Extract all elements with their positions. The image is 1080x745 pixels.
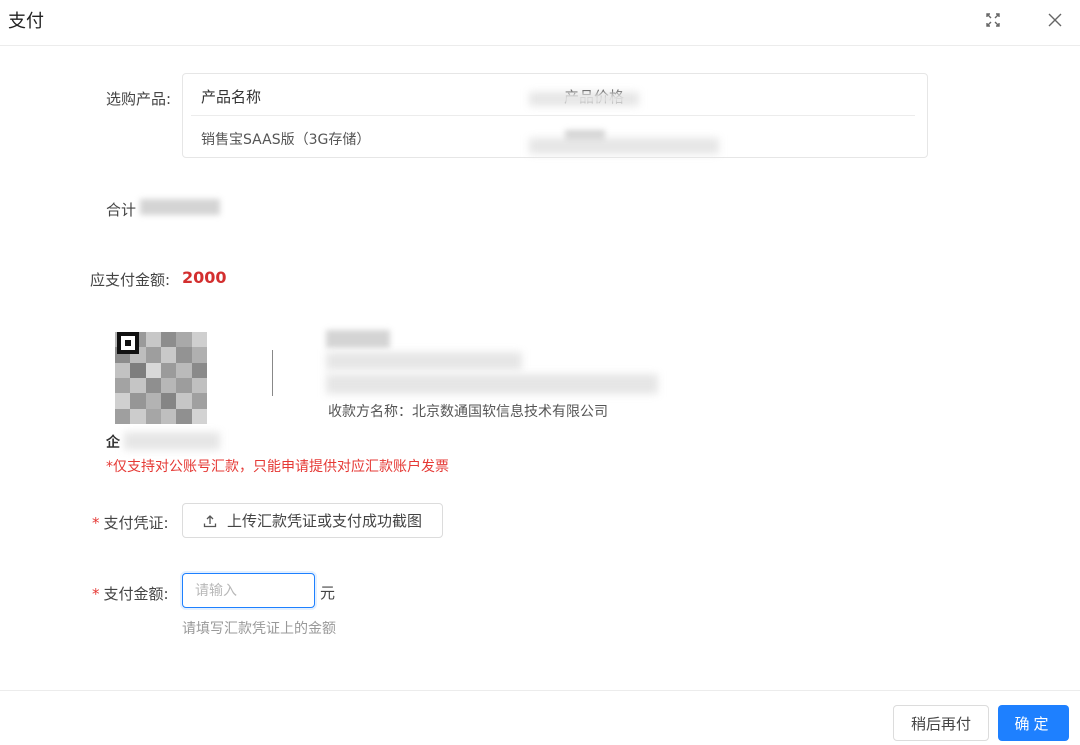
product-name-cell: 销售宝SAAS版（3G存储）: [201, 132, 371, 148]
payable-label: 应支付金额:: [90, 271, 171, 289]
redaction-blur: [326, 352, 522, 370]
currency-unit: 元: [320, 584, 336, 602]
qr-caption: 企: [106, 435, 120, 451]
dialog-title: 支付: [8, 11, 44, 32]
pay-amount-input[interactable]: [182, 573, 315, 608]
payable-amount: 2000: [182, 268, 227, 287]
pay-amount-label: * 支付金额:: [92, 585, 169, 603]
upload-button-label: 上传汇款凭证或支付成功截图: [226, 512, 422, 530]
dialog-header: 支付: [0, 0, 1080, 46]
total-label: 合计: [106, 201, 137, 219]
pay-amount-hint: 请填写汇款凭证上的金额: [182, 621, 336, 637]
redaction-blur: [529, 138, 719, 154]
product-table: 产品名称 产品价格 销售宝SAAS版（3G存储）: [182, 73, 928, 158]
product-label: 选购产品:: [106, 90, 172, 108]
redaction-blur: [326, 374, 658, 394]
redaction-blur: [529, 92, 639, 106]
close-icon[interactable]: [1043, 8, 1067, 32]
pay-later-button[interactable]: 稍后再付: [893, 705, 989, 741]
redaction-blur: [326, 330, 390, 348]
payee-name: 收款方名称：北京数通国软信息技术有限公司: [328, 404, 608, 420]
payment-notice: *仅支持对公账号汇款，只能申请提供对应汇款账户发票: [106, 459, 449, 475]
total-value-redacted: [140, 199, 220, 215]
upload-voucher-button[interactable]: 上传汇款凭证或支付成功截图: [182, 503, 443, 538]
upload-icon: [203, 514, 217, 527]
redaction-blur: [124, 432, 220, 450]
column-header-name: 产品名称: [201, 88, 262, 106]
fullscreen-icon[interactable]: [981, 8, 1005, 32]
confirm-button[interactable]: 确定: [998, 705, 1069, 741]
qr-finder-pattern: [117, 332, 139, 354]
divider: [272, 350, 273, 396]
dialog-footer: 稍后再付 确定: [0, 690, 1080, 745]
voucher-label: * 支付凭证:: [92, 514, 169, 532]
